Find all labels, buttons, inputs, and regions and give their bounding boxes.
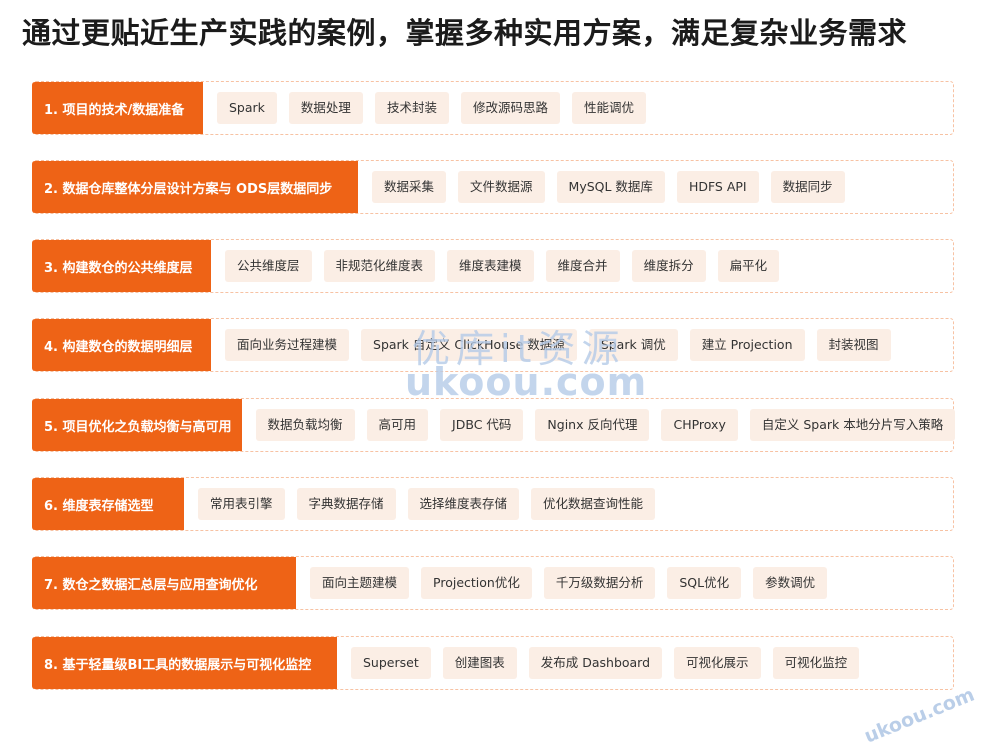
keyword-chip: HDFS API [676,171,759,203]
keyword-chip: 性能调优 [571,92,646,124]
keyword-chip: 维度合并 [545,250,620,282]
keyword-chip: Spark [217,92,277,124]
keyword-chip: Projection优化 [421,567,532,599]
keyword-chip: 数据同步 [770,171,845,203]
keyword-chip: 文件数据源 [458,171,545,203]
topic-row: 4. 构建数仓的数据明细层 面向业务过程建模 Spark 自定义 ClickHous… [32,318,954,372]
keyword-chip-group: Superset 创建图表 发布成 Dashboard 可视化展示 可视化监控 [351,647,860,679]
keyword-chip: 参数调优 [753,567,828,599]
keyword-chip: JDBC 代码 [440,409,524,441]
topic-row: 6. 维度表存储选型 常用表引擎 字典数据存储 选择维度表存储 优化数据查询性能 [32,477,954,531]
keyword-chip: 可视化展示 [674,647,761,679]
topic-row: 1. 项目的技术/数据准备 Spark 数据处理 技术封装 修改源码思路 性能调优 [32,81,954,135]
topic-row: 2. 数据仓库整体分层设计方案与 ODS层数据同步 数据采集 文件数据源 MySQL … [32,160,954,214]
keyword-chip: 数据负载均衡 [255,409,355,441]
keyword-chip-group: 面向业务过程建模 Spark 自定义 ClickHouse 数据源 Spark 调优… [225,329,891,361]
keyword-chip: 面向业务过程建模 [225,329,350,361]
keyword-chip: 发布成 Dashboard [528,647,663,679]
keyword-chip: 优化数据查询性能 [531,488,656,520]
keyword-chip: Superset [351,647,431,679]
keyword-chip: 技术封装 [374,92,449,124]
keyword-chip: 字典数据存储 [296,488,396,520]
topic-row: 7. 数仓之数据汇总层与应用查询优化 面向主题建模 Projection优化 千万级数… [32,556,954,610]
keyword-chip: 维度表建模 [447,250,534,282]
keyword-chip: Spark 调优 [588,329,678,361]
keyword-chip: 非规范化维度表 [323,250,436,282]
keyword-chip: 数据处理 [288,92,363,124]
keyword-chip: 选择维度表存储 [407,488,520,520]
keyword-chip: 高可用 [366,409,429,441]
keyword-chip: 常用表引擎 [198,488,285,520]
topic-row-label: 7. 数仓之数据汇总层与应用查询优化 [32,557,296,609]
keyword-chip: 千万级数据分析 [543,567,656,599]
keyword-chip-group: 数据采集 文件数据源 MySQL 数据库 HDFS API 数据同步 [372,171,845,203]
topic-row: 3. 构建数仓的公共维度层 公共维度层 非规范化维度表 维度表建模 维度合并 维度拆分 扁平… [32,239,954,293]
keyword-chip: 创建图表 [442,647,517,679]
keyword-chip: 建立 Projection [689,329,805,361]
keyword-chip: 修改源码思路 [460,92,560,124]
topic-row-label: 2. 数据仓库整体分层设计方案与 ODS层数据同步 [32,161,358,213]
keyword-chip: SQL优化 [667,567,742,599]
keyword-chip-group: 面向主题建模 Projection优化 千万级数据分析 SQL优化 参数调优 [310,567,828,599]
keyword-chip: 可视化监控 [772,647,860,679]
keyword-chip-group: 公共维度层 非规范化维度表 维度表建模 维度合并 维度拆分 扁平化 [225,250,780,282]
topic-row: 8. 基于轻量级BI工具的数据展示与可视化监控 Superset 创建图表 发布成 D… [32,636,954,690]
keyword-chip: MySQL 数据库 [556,171,665,203]
topic-row-label: 4. 构建数仓的数据明细层 [32,319,211,371]
keyword-chip: 扁平化 [717,250,780,282]
keyword-chip: 数据采集 [372,171,447,203]
keyword-chip: 面向主题建模 [310,567,410,599]
keyword-chip: Nginx 反向代理 [535,409,650,441]
topic-row-label: 6. 维度表存储选型 [32,478,184,530]
keyword-chip: Spark 自定义 ClickHouse 数据源 [361,329,577,361]
topic-row-label: 3. 构建数仓的公共维度层 [32,240,211,292]
keyword-chip-group: 数据负载均衡 高可用 JDBC 代码 Nginx 反向代理 CHProxy 自定义 Spa… [255,409,956,441]
keyword-chip: 自定义 Spark 本地分片写入策略 [749,409,956,441]
keyword-chip: 公共维度层 [225,250,312,282]
keyword-chip: 维度拆分 [631,250,706,282]
keyword-chip: 封装视图 [816,329,891,361]
keyword-chip: CHProxy [661,409,738,441]
topic-row-label: 5. 项目优化之负载均衡与高可用 [32,399,242,451]
topic-row: 5. 项目优化之负载均衡与高可用 数据负载均衡 高可用 JDBC 代码 Nginx 反向… [32,398,956,452]
keyword-chip-group: Spark 数据处理 技术封装 修改源码思路 性能调优 [217,92,646,124]
topic-row-label: 8. 基于轻量级BI工具的数据展示与可视化监控 [32,637,337,689]
topic-list: 1. 项目的技术/数据准备 Spark 数据处理 技术封装 修改源码思路 性能调优 2. 数… [0,0,1000,724]
keyword-chip-group: 常用表引擎 字典数据存储 选择维度表存储 优化数据查询性能 [198,488,656,520]
topic-row-label: 1. 项目的技术/数据准备 [32,82,203,134]
